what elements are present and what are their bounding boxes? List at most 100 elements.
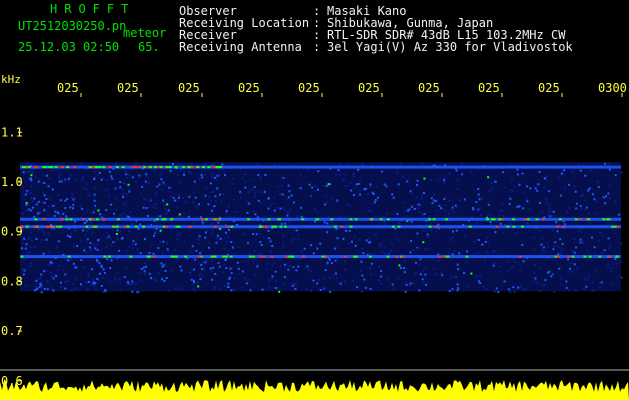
noise-speck <box>198 235 201 238</box>
noise-speck <box>259 233 262 235</box>
band-hotspot <box>102 218 106 221</box>
noise-speck <box>238 273 241 276</box>
noise-speck <box>257 199 260 202</box>
noise-speck <box>367 192 370 195</box>
noise-speck <box>398 239 401 242</box>
noise-speck <box>573 251 576 254</box>
band-hotspot <box>34 225 38 228</box>
noise-speck <box>369 273 372 276</box>
noise-speck <box>83 222 86 224</box>
noise-speck <box>284 263 286 266</box>
noise-speck <box>85 182 88 185</box>
noise-speck <box>614 232 617 235</box>
noise-speck <box>190 278 193 281</box>
noise-speck <box>146 175 149 178</box>
noise-speck <box>548 211 551 214</box>
noise-speck <box>83 187 86 189</box>
noise-speck <box>335 272 337 275</box>
noise-speck <box>86 281 89 284</box>
noise-speck <box>590 170 593 172</box>
noise-speck <box>516 173 519 176</box>
noise-speck <box>198 274 201 277</box>
x-tick-label: 025 <box>117 81 139 95</box>
noise-speck <box>92 278 95 281</box>
noise-speck <box>353 187 356 190</box>
noise-speck <box>456 206 459 209</box>
noise-speck <box>214 273 217 275</box>
noise-speck <box>507 260 510 263</box>
noise-speck <box>201 275 204 278</box>
noise-speck <box>50 272 53 275</box>
noise-speck <box>48 250 51 253</box>
noise-speck <box>64 258 67 260</box>
noise-speck <box>415 247 418 250</box>
noise-speck <box>547 245 550 248</box>
noise-speck <box>159 215 162 218</box>
noise-speck <box>83 265 86 268</box>
noise-speck <box>479 282 482 285</box>
noise-speck <box>231 246 234 249</box>
noise-speck <box>335 276 338 279</box>
noise-speck <box>33 197 36 200</box>
noise-speck <box>566 210 569 213</box>
noise-speck <box>247 190 250 193</box>
noise-speck <box>405 283 408 286</box>
antenna-label: Receiving Antenna <box>179 40 302 54</box>
noise-speck <box>131 280 134 283</box>
noise-speck <box>183 171 186 174</box>
noise-speck <box>26 191 29 194</box>
noise-speck <box>109 237 112 240</box>
noise-speck <box>538 229 541 232</box>
noise-speck <box>80 259 83 261</box>
noise-speck <box>332 274 335 277</box>
noise-speck <box>477 188 480 190</box>
noise-speck <box>393 288 396 291</box>
noise-speck <box>183 173 185 176</box>
band-hotspot <box>168 166 172 169</box>
band-hotspot <box>262 255 266 258</box>
noise-speck <box>43 270 45 273</box>
noise-speck <box>141 185 144 188</box>
noise-speck <box>457 179 460 182</box>
band-hotspot <box>368 255 372 258</box>
y-axis-unit: kHz <box>1 73 21 86</box>
noise-speck <box>81 180 84 183</box>
noise-speck <box>614 200 617 203</box>
noise-speck <box>88 246 91 249</box>
band-hotspot <box>386 255 390 258</box>
noise-speck <box>277 286 279 289</box>
noise-speck <box>435 273 437 276</box>
noise-speck <box>477 193 480 196</box>
noise-speck <box>378 279 380 282</box>
band-hotspot <box>608 255 612 258</box>
noise-speck <box>408 284 411 287</box>
noise-speck <box>424 273 427 276</box>
noise-speck <box>254 274 257 276</box>
band-hotspot <box>197 255 201 258</box>
noise-speck <box>583 277 586 280</box>
band-hotspot <box>340 225 344 228</box>
noise-speck <box>114 276 117 279</box>
noise-speck <box>506 269 509 272</box>
noise-speck <box>183 240 186 243</box>
noise-speck <box>59 179 62 182</box>
noise-speck <box>611 263 614 266</box>
noise-speck <box>518 205 521 208</box>
noise-speck <box>545 241 548 244</box>
noise-speck <box>414 272 417 275</box>
noise-speck <box>28 170 31 173</box>
noise-speck <box>494 270 497 273</box>
noise-speck <box>196 281 199 284</box>
noise-speck <box>594 270 597 273</box>
noise-speck <box>46 281 49 284</box>
noise-speck <box>619 260 622 263</box>
noise-speck <box>292 238 295 241</box>
noise-speck <box>31 239 33 242</box>
noise-speck <box>472 208 475 211</box>
noise-speck <box>384 223 387 226</box>
noise-speck <box>106 257 109 260</box>
noise-speck <box>274 270 277 273</box>
noise-speck <box>467 285 469 288</box>
noise-speck <box>266 263 269 265</box>
band-hotspot <box>202 166 205 169</box>
